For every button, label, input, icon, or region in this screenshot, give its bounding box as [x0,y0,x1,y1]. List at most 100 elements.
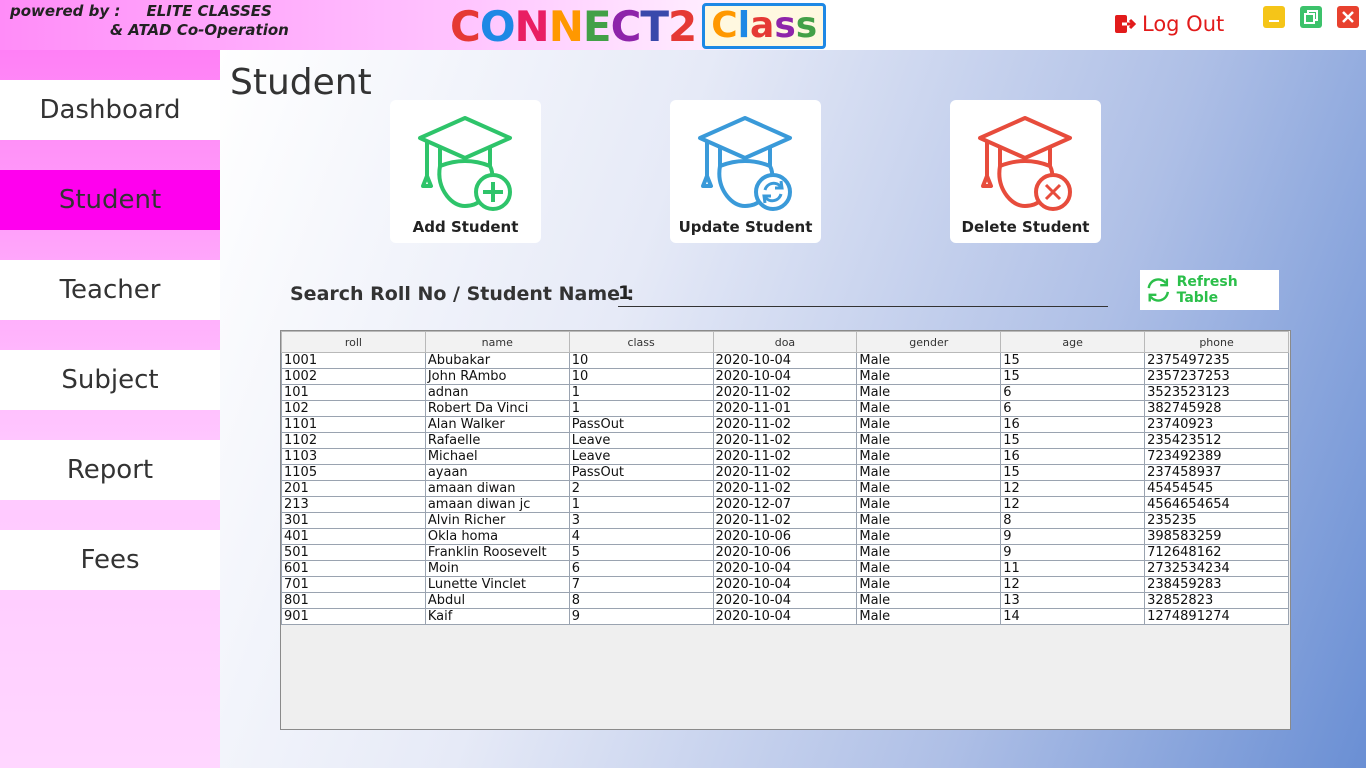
table-cell-phone: 2357237253 [1144,368,1289,385]
sidebar-item-label: Teacher [59,275,161,305]
table-cell-phone: 235235 [1144,512,1289,529]
delete-student-button[interactable]: Delete Student [950,100,1101,243]
table-cell-name: Alan Walker [424,416,570,433]
logo-letter: C [711,5,738,46]
search-input[interactable] [618,280,1108,307]
logout-button[interactable]: Log Out [1114,12,1224,36]
delete-student-label: Delete Student [961,218,1090,236]
table-cell-phone: 2375497235 [1144,352,1289,369]
close-button[interactable] [1337,6,1359,28]
refresh-table-button[interactable]: Refresh Table [1140,270,1279,310]
column-header-name[interactable]: name [424,331,570,353]
table-row[interactable]: 701 Lunette Vinclet 7 2020-10-04 Male 12 23845… [281,576,1289,593]
table-cell-age: 15 [1000,432,1146,449]
table-row[interactable]: 1001 Abubakar 10 2020-10-04 Male 15 2375497235 [281,352,1289,369]
table-cell-roll: 101 [281,384,426,401]
table-cell-doa: 2020-11-02 [712,432,858,449]
table-cell-age: 15 [1000,352,1146,369]
sidebar: Dashboard Student Teacher Subject Report… [0,50,220,768]
sidebar-item-report[interactable]: Report [0,440,220,500]
table-body: 1001 Abubakar 10 2020-10-04 Male 15 2375497235… [281,352,1289,625]
table-row[interactable]: 801 Abdul 8 2020-10-04 Male 13 32852823 [281,592,1289,609]
minimize-button[interactable] [1263,6,1285,28]
table-cell-age: 9 [1000,528,1146,545]
table-cell-age: 6 [1000,384,1146,401]
sidebar-item-student[interactable]: Student [0,170,220,230]
table-row[interactable]: 102 Robert Da Vinci 1 2020-11-01 Male 6 382745… [281,400,1289,417]
logo-letter: N [548,1,584,51]
table-cell-roll: 601 [281,560,426,577]
table-cell-gender: Male [856,480,1002,497]
table-cell-name: Robert Da Vinci [424,400,570,417]
table-row[interactable]: 201 amaan diwan 2 2020-11-02 Male 12 45454545 [281,480,1289,497]
table-cell-gender: Male [856,576,1002,593]
add-student-label: Add Student [412,218,519,236]
table-row[interactable]: 213 amaan diwan jc 1 2020-12-07 Male 12 456465… [281,496,1289,513]
table-cell-roll: 1105 [281,464,426,481]
update-student-button[interactable]: Update Student [670,100,821,243]
table-cell-name: adnan [424,384,570,401]
table-cell-roll: 401 [281,528,426,545]
table-row[interactable]: 1002 John RAmbo 10 2020-10-04 Male 15 23572372… [281,368,1289,385]
maximize-button[interactable] [1300,6,1322,28]
table-row[interactable]: 1101 Alan Walker PassOut 2020-11-02 Male 16 23… [281,416,1289,433]
table-cell-name: Franklin Roosevelt [424,544,570,561]
table-cell-roll: 102 [281,400,426,417]
table-cell-name: John RAmbo [424,368,570,385]
table-row[interactable]: 901 Kaif 9 2020-10-04 Male 14 1274891274 [281,608,1289,625]
table-cell-doa: 2020-11-01 [712,400,858,417]
table-cell-roll: 1103 [281,448,426,465]
sidebar-item-label: Fees [80,545,140,575]
table-row[interactable]: 1105 ayaan PassOut 2020-11-02 Male 15 23745893… [281,464,1289,481]
table-cell-gender: Male [856,528,1002,545]
column-header-class[interactable]: class [568,331,714,353]
logo-letter: E [582,1,612,51]
table-cell-name: Abdul [424,592,570,609]
table-cell-age: 8 [1000,512,1146,529]
logo-letter: N [514,1,550,51]
powered-by-text: powered by : ELITE CLASSES & ATAD Co-Oper… [10,2,289,40]
sidebar-item-dashboard[interactable]: Dashboard [0,80,220,140]
table-row[interactable]: 1103 Michael Leave 2020-11-02 Male 16 72349238… [281,448,1289,465]
table-cell-phone: 382745928 [1144,400,1289,417]
table-cell-gender: Male [856,432,1002,449]
table-row[interactable]: 101 adnan 1 2020-11-02 Male 6 3523523123 [281,384,1289,401]
student-table-container[interactable]: roll name class doa gender age phone 100… [280,330,1291,730]
sidebar-item-subject[interactable]: Subject [0,350,220,410]
page-title: Student [230,62,372,103]
table-cell-roll: 1002 [281,368,426,385]
refresh-icon [1147,278,1170,302]
table-cell-roll: 701 [281,576,426,593]
table-row[interactable]: 501 Franklin Roosevelt 5 2020-10-06 Male 9 712… [281,544,1289,561]
table-cell-gender: Male [856,400,1002,417]
sidebar-item-fees[interactable]: Fees [0,530,220,590]
table-cell-doa: 2020-11-02 [712,480,858,497]
main-panel: Student Add Student Update Student Delet… [220,50,1366,768]
table-header-row: roll name class doa gender age phone [281,331,1289,353]
column-header-doa[interactable]: doa [712,331,858,353]
logo-letter: s [774,5,796,46]
powered-by-line1: powered by : ELITE CLASSES [10,2,272,20]
maximize-icon [1304,10,1318,24]
table-row[interactable]: 601 Moin 6 2020-10-04 Male 11 2732534234 [281,560,1289,577]
table-cell-name: Michael [424,448,570,465]
table-cell-name: Alvin Richer [424,512,570,529]
table-cell-name: Abubakar [424,352,570,369]
column-header-phone[interactable]: phone [1144,331,1289,353]
add-student-button[interactable]: Add Student [390,100,541,243]
sidebar-item-teacher[interactable]: Teacher [0,260,220,320]
table-cell-phone: 723492389 [1144,448,1289,465]
column-header-gender[interactable]: gender [856,331,1002,353]
column-header-roll[interactable]: roll [281,331,426,353]
table-cell-class: 2 [568,480,714,497]
table-row[interactable]: 401 Okla homa 4 2020-10-06 Male 9 398583259 [281,528,1289,545]
table-cell-doa: 2020-10-04 [712,352,858,369]
table-cell-class: 4 [568,528,714,545]
column-header-age[interactable]: age [1000,331,1146,353]
table-row[interactable]: 1102 Rafaelle Leave 2020-11-02 Male 15 2354235… [281,432,1289,449]
table-cell-class: 6 [568,560,714,577]
logo-connect2: CONNECT2 [450,1,697,51]
table-row[interactable]: 301 Alvin Richer 3 2020-11-02 Male 8 235235 [281,512,1289,529]
table-cell-age: 12 [1000,576,1146,593]
table-cell-doa: 2020-10-06 [712,544,858,561]
